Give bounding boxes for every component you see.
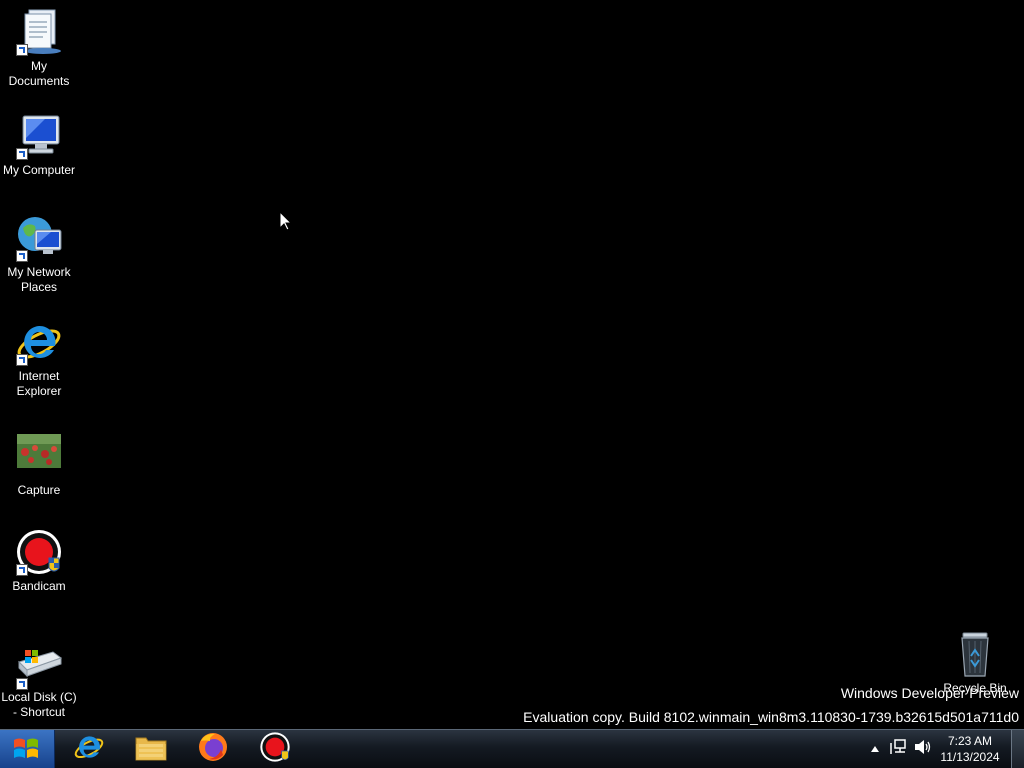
watermark-build-info: Evaluation copy. Build 8102.winmain_win8… xyxy=(523,709,1019,725)
taskbar-internet-explorer[interactable] xyxy=(62,732,116,766)
desktop-icon-capture[interactable]: Capture xyxy=(0,432,78,498)
network-tray-button[interactable] xyxy=(888,730,910,768)
desktop-icon-bandicam[interactable]: Bandicam xyxy=(0,528,78,594)
taskbar: 7:23 AM 11/13/2024 xyxy=(0,729,1024,768)
image-thumbnail-icon xyxy=(15,432,63,480)
desktop-icon-label: Capture xyxy=(17,483,61,497)
desktop-icon-label: Local Disk (C) - Shortcut xyxy=(1,690,77,719)
internet-explorer-icon xyxy=(15,318,63,366)
shortcut-arrow-icon xyxy=(16,250,28,262)
computer-icon xyxy=(15,112,63,160)
clock-date: 11/13/2024 xyxy=(940,750,1000,764)
folder-icon xyxy=(134,732,168,767)
desktop-icon-my-documents[interactable]: My Documents xyxy=(0,8,78,89)
taskbar-firefox[interactable] xyxy=(186,732,240,766)
volume-tray-button[interactable] xyxy=(912,730,934,768)
desktop-icon-label: My Computer xyxy=(2,163,76,177)
internet-explorer-icon xyxy=(73,731,105,768)
system-clock[interactable]: 7:23 AM 11/13/2024 xyxy=(938,733,1002,765)
desktop-icon-label: Bandicam xyxy=(12,579,66,593)
recycle-bin-icon xyxy=(951,630,999,678)
desktop-icon-my-network-places[interactable]: My Network Places xyxy=(0,214,78,295)
network-status-icon xyxy=(890,738,908,760)
desktop-icon-label: My Network Places xyxy=(7,265,71,294)
bandicam-icon xyxy=(259,731,291,768)
bandicam-icon xyxy=(15,528,63,576)
start-button[interactable] xyxy=(0,730,55,768)
clock-time: 7:23 AM xyxy=(947,734,993,748)
mouse-cursor-icon xyxy=(279,210,293,236)
desktop[interactable]: My Documents My Computer My Network Plac… xyxy=(0,0,1024,729)
watermark-title: Windows Developer Preview xyxy=(840,685,1019,701)
speaker-icon xyxy=(914,739,932,760)
shortcut-arrow-icon xyxy=(16,564,28,576)
network-icon xyxy=(15,214,63,262)
desktop-icon-label: Internet Explorer xyxy=(16,369,62,398)
desktop-icon-label: My Documents xyxy=(8,59,70,88)
chevron-up-icon xyxy=(870,740,880,758)
taskbar-windows-explorer[interactable] xyxy=(124,732,178,766)
shortcut-arrow-icon xyxy=(16,354,28,366)
desktop-icon-internet-explorer[interactable]: Internet Explorer xyxy=(0,318,78,399)
firefox-icon xyxy=(197,731,229,768)
desktop-icon-local-disk[interactable]: Local Disk (C) - Shortcut xyxy=(0,642,78,720)
show-desktop-button[interactable] xyxy=(1011,730,1024,768)
drive-icon xyxy=(15,642,63,690)
documents-icon xyxy=(15,8,63,56)
shortcut-arrow-icon xyxy=(16,44,28,56)
desktop-icon-my-computer[interactable]: My Computer xyxy=(0,112,78,178)
shortcut-arrow-icon xyxy=(16,678,28,690)
taskbar-bandicam[interactable] xyxy=(248,731,302,768)
show-hidden-icons-button[interactable] xyxy=(866,730,884,768)
shortcut-arrow-icon xyxy=(16,148,28,160)
windows-logo-icon xyxy=(12,736,40,762)
